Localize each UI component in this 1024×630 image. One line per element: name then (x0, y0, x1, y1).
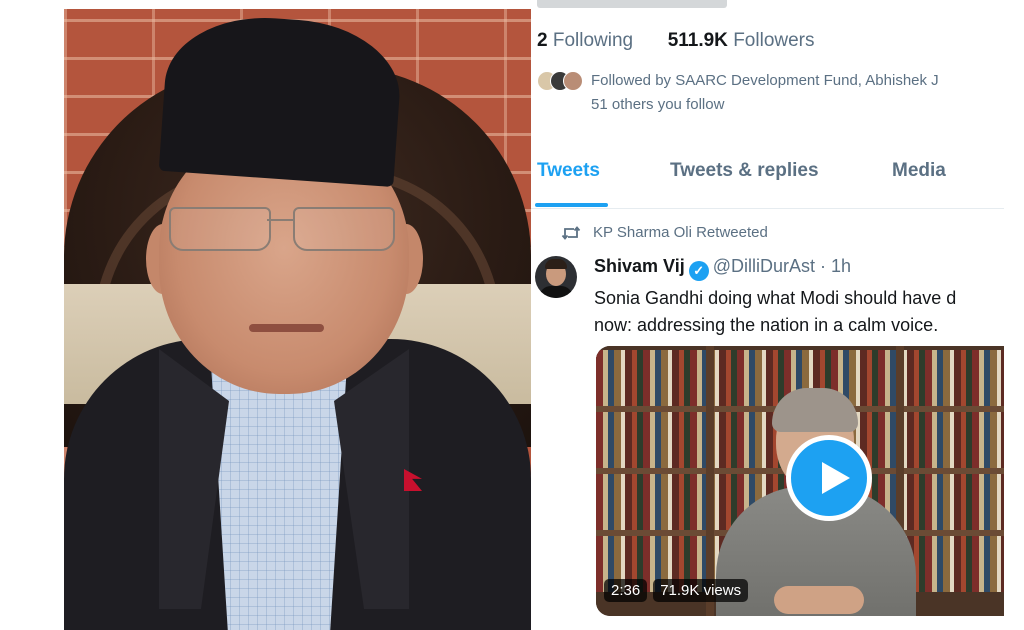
tweet-text-line: Sonia Gandhi doing what Modi should have… (594, 288, 957, 308)
active-tab-indicator (535, 203, 608, 207)
follow-stats: 2 Following 511.9K Followers (537, 30, 815, 52)
avatar-body (539, 286, 573, 298)
play-icon[interactable] (786, 435, 872, 521)
twitter-profile-screenshot: 2 Following 511.9K Followers Followed by… (531, 0, 1004, 630)
verified-badge-icon: ✓ (688, 261, 709, 281)
speaker-hair (772, 388, 858, 432)
portrait-photo (64, 9, 531, 630)
composite-image: 2 Following 511.9K Followers Followed by… (0, 0, 1024, 630)
following-label: Following (552, 30, 634, 51)
followers-link[interactable]: 511.9K Followers (668, 30, 815, 51)
video-stats: 2:36 71.9K views (604, 579, 754, 602)
video-duration: 2:36 (604, 579, 648, 602)
tweet-timestamp[interactable]: 1h (831, 256, 851, 276)
profile-tabs: Tweets Tweets & replies Media (531, 150, 1004, 209)
follower-avatars (537, 71, 585, 92)
mouth (249, 324, 324, 332)
tweet-header: Shivam Vij ✓ @DilliDurAst · 1h (594, 256, 851, 281)
followed-by[interactable]: Followed by SAARC Development Fund, Abhi… (537, 68, 1003, 118)
shelf-post (706, 346, 714, 616)
lens-right (293, 207, 395, 251)
separator-dot: · (820, 256, 827, 276)
video-views: 71.9K views (653, 579, 749, 602)
followers-count: 511.9K (667, 30, 728, 51)
followed-by-text: Followed by SAARC Development Fund, Abhi… (591, 72, 939, 89)
tweet-text-line: now: addressing the nation in a calm voi… (594, 315, 939, 335)
eyeglasses (169, 207, 397, 251)
tab-tweets[interactable]: Tweets (537, 160, 600, 182)
follower-avatar (563, 71, 583, 92)
following-count: 2 (537, 30, 548, 51)
video-player[interactable]: 2:36 71.9K views (596, 346, 1004, 616)
author-handle[interactable]: @DilliDurAst (713, 256, 815, 276)
retweet-label: KP Sharma Oli Retweeted (593, 224, 768, 241)
cropped-text-fragment (537, 0, 727, 8)
retweet-icon (561, 224, 583, 242)
avatar-hair (545, 259, 567, 269)
glasses-bridge (267, 219, 295, 221)
followed-by-others: 51 others you follow (591, 96, 725, 113)
author-avatar[interactable] (535, 256, 577, 298)
tab-media[interactable]: Media (892, 160, 946, 182)
author-name[interactable]: Shivam Vij (594, 256, 685, 276)
followers-label: Followers (733, 30, 815, 51)
speaker-hands (774, 586, 864, 614)
tab-tweets-and-replies[interactable]: Tweets & replies (670, 160, 819, 182)
following-link[interactable]: 2 Following (537, 30, 638, 51)
tweet-body: Sonia Gandhi doing what Modi should have… (594, 285, 1004, 339)
lens-left (169, 207, 271, 251)
